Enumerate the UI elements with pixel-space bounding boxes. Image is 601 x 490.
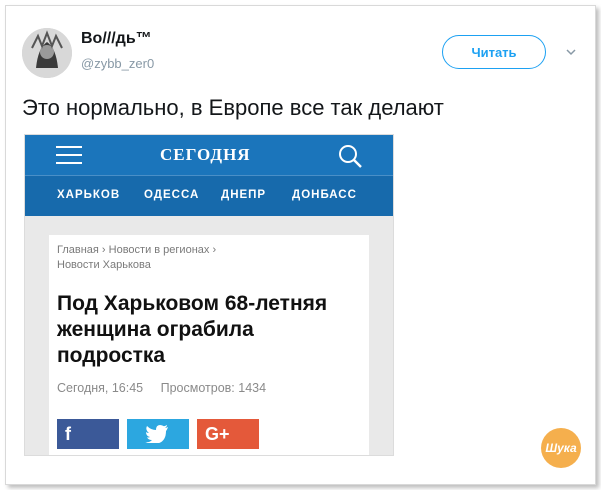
breadcrumb-line-1: Главная › Новости в регионах › <box>57 244 217 256</box>
site-header: СЕГОДНЯ <box>25 135 393 175</box>
article-headline: Под Харьковом 68-летняя женщина ограбила… <box>57 292 328 367</box>
facebook-label: f <box>65 424 71 444</box>
article-views: Просмотров: 1434 <box>160 381 267 395</box>
follow-button[interactable]: Читать <box>442 35 546 69</box>
city-kharkiv: ХАРЬКОВ <box>57 189 121 201</box>
author-handle[interactable]: @zybb_zer0 <box>81 56 154 71</box>
city-odesa: ОДЕССА <box>144 189 200 201</box>
twitter-bird-icon <box>145 425 168 443</box>
article: Главная › Новости в регионах › Новости Х… <box>49 235 369 455</box>
gplus-share-button: G+ <box>197 419 259 449</box>
avatar[interactable] <box>22 28 72 78</box>
tweet-text: Это нормально, в Европе все так делают <box>22 95 444 120</box>
site-brand: СЕГОДНЯ <box>160 145 251 164</box>
hamburger-menu-icon <box>56 146 82 166</box>
breadcrumb-line-2: Новости Харькова <box>57 259 151 271</box>
twitter-share-button <box>127 419 189 449</box>
article-meta: Сегодня, 16:45 Просмотров: 1434 <box>57 381 280 395</box>
embedded-screenshot[interactable]: СЕГОДНЯ ХАРЬКОВ ОДЕССА ДНЕПР ДОНБАСС Гла… <box>24 134 394 456</box>
author-name[interactable]: Во///дь™ <box>81 30 152 48</box>
gplus-label: G+ <box>205 424 230 444</box>
breadcrumb: Главная › Новости в регионах › Новости Х… <box>57 243 357 273</box>
watermark-logo: Шука <box>541 428 581 468</box>
city-dnipro: ДНЕПР <box>221 189 267 201</box>
city-nav: ХАРЬКОВ ОДЕССА ДНЕПР ДОНБАСС <box>25 175 393 216</box>
chevron-down-icon[interactable] <box>566 44 576 56</box>
article-time: Сегодня, 16:45 <box>57 381 144 395</box>
search-icon <box>337 143 363 169</box>
city-donbas: ДОНБАСС <box>292 189 357 201</box>
facebook-share-button: f <box>57 419 119 449</box>
